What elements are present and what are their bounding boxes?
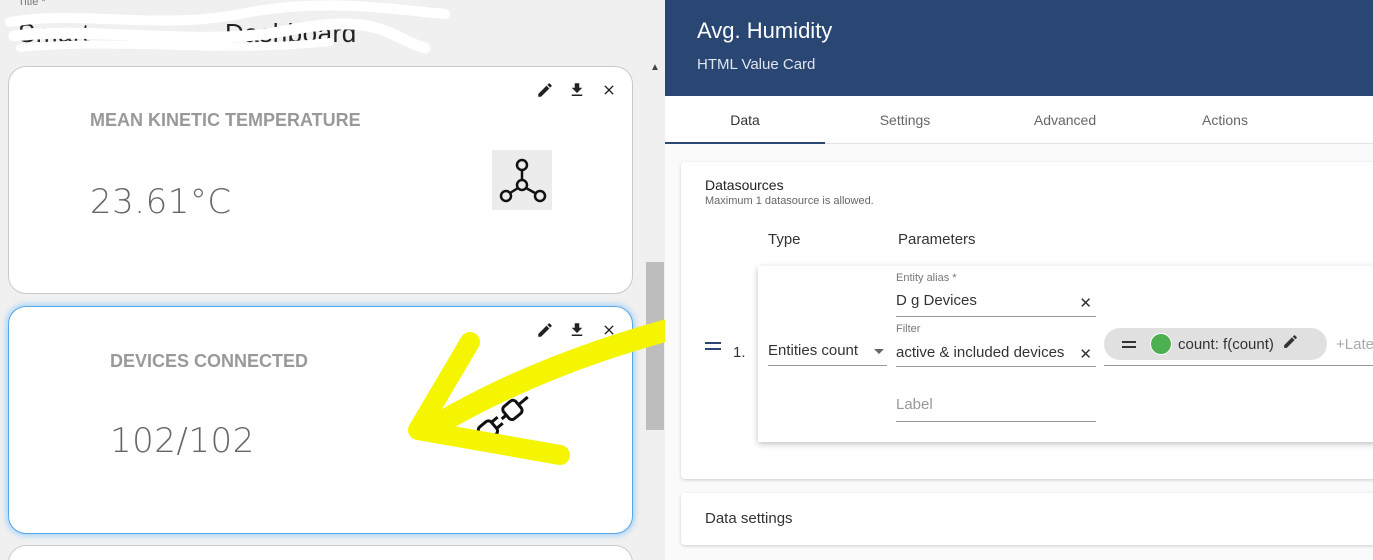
card-value: 102/102 bbox=[110, 421, 255, 461]
filter-field[interactable]: Filter active & included devices ✕ bbox=[896, 323, 1096, 367]
drag-handle-icon[interactable] bbox=[705, 342, 721, 354]
row-index: 1. bbox=[733, 344, 746, 361]
card-actions bbox=[534, 79, 620, 101]
column-header-type: Type bbox=[768, 231, 801, 248]
data-key-label: count: f(count) bbox=[1178, 335, 1274, 353]
entity-alias-field[interactable]: Entity alias * D g Devices ✕ bbox=[896, 272, 1096, 317]
dashboard-pane: Title * Smart ________ Dashboard ▲ MEAN … bbox=[0, 0, 665, 560]
data-settings-panel[interactable]: Data settings bbox=[681, 493, 1373, 545]
entity-alias-label: Entity alias * bbox=[896, 272, 957, 284]
entity-alias-value: D g Devices bbox=[896, 292, 977, 309]
label-field[interactable] bbox=[896, 390, 1096, 422]
download-icon[interactable] bbox=[566, 79, 588, 101]
datasource-type-select[interactable]: Entities count bbox=[768, 332, 887, 366]
card-label: DEVICES CONNECTED bbox=[110, 351, 309, 371]
molecule-icon bbox=[492, 150, 552, 210]
annotation-arrow bbox=[408, 319, 665, 465]
tab-settings[interactable]: Settings bbox=[825, 96, 985, 144]
label-input[interactable] bbox=[896, 396, 1091, 413]
key-color-swatch[interactable] bbox=[1150, 333, 1172, 355]
editor-title: Avg. Humidity bbox=[697, 18, 833, 43]
datasource-type-value: Entities count bbox=[768, 342, 859, 359]
filter-value: active & included devices bbox=[896, 344, 1065, 361]
data-keys-field[interactable]: count: f(count) +Latest key bbox=[1104, 324, 1373, 366]
scroll-up-arrow-icon[interactable]: ▲ bbox=[650, 62, 660, 73]
card-value: 23.61°C bbox=[90, 182, 232, 222]
tab-actions[interactable]: Actions bbox=[1145, 96, 1305, 144]
widget-card-temperature[interactable]: MEAN KINETIC TEMPERATURE 23.61°C bbox=[8, 66, 633, 294]
datasource-row: Entities count Entity alias * D g Device… bbox=[758, 266, 1373, 442]
data-key-chip[interactable]: count: f(count) bbox=[1104, 328, 1327, 360]
column-header-parameters: Parameters bbox=[898, 231, 976, 248]
editor-header: Avg. Humidity HTML Value Card bbox=[665, 0, 1373, 96]
edit-icon[interactable] bbox=[1282, 333, 1299, 355]
edit-icon[interactable] bbox=[534, 79, 556, 101]
close-icon[interactable] bbox=[598, 79, 620, 101]
add-key-input-placeholder[interactable]: +Latest key bbox=[1336, 336, 1373, 353]
clear-filter-icon[interactable]: ✕ bbox=[1079, 345, 1092, 363]
clear-alias-icon[interactable]: ✕ bbox=[1079, 294, 1092, 312]
widget-card-partial[interactable] bbox=[8, 545, 633, 560]
editor-subtitle: HTML Value Card bbox=[697, 56, 816, 73]
editor-tabs: Data Settings Advanced Actions bbox=[665, 96, 1373, 144]
data-settings-title: Data settings bbox=[705, 510, 793, 527]
widget-editor-pane: Avg. Humidity HTML Value Card Data Setti… bbox=[665, 0, 1373, 560]
filter-label: Filter bbox=[896, 323, 921, 335]
redaction-scribble bbox=[5, 0, 450, 54]
chevron-down-icon bbox=[874, 349, 884, 354]
datasources-hint: Maximum 1 datasource is allowed. bbox=[705, 195, 874, 207]
datasources-panel: Datasources Maximum 1 datasource is allo… bbox=[681, 162, 1373, 479]
drag-handle-icon[interactable] bbox=[1122, 338, 1136, 351]
tab-advanced[interactable]: Advanced bbox=[985, 96, 1145, 144]
datasources-title: Datasources bbox=[705, 177, 784, 193]
tab-data[interactable]: Data bbox=[665, 96, 825, 144]
card-label: MEAN KINETIC TEMPERATURE bbox=[90, 110, 361, 130]
